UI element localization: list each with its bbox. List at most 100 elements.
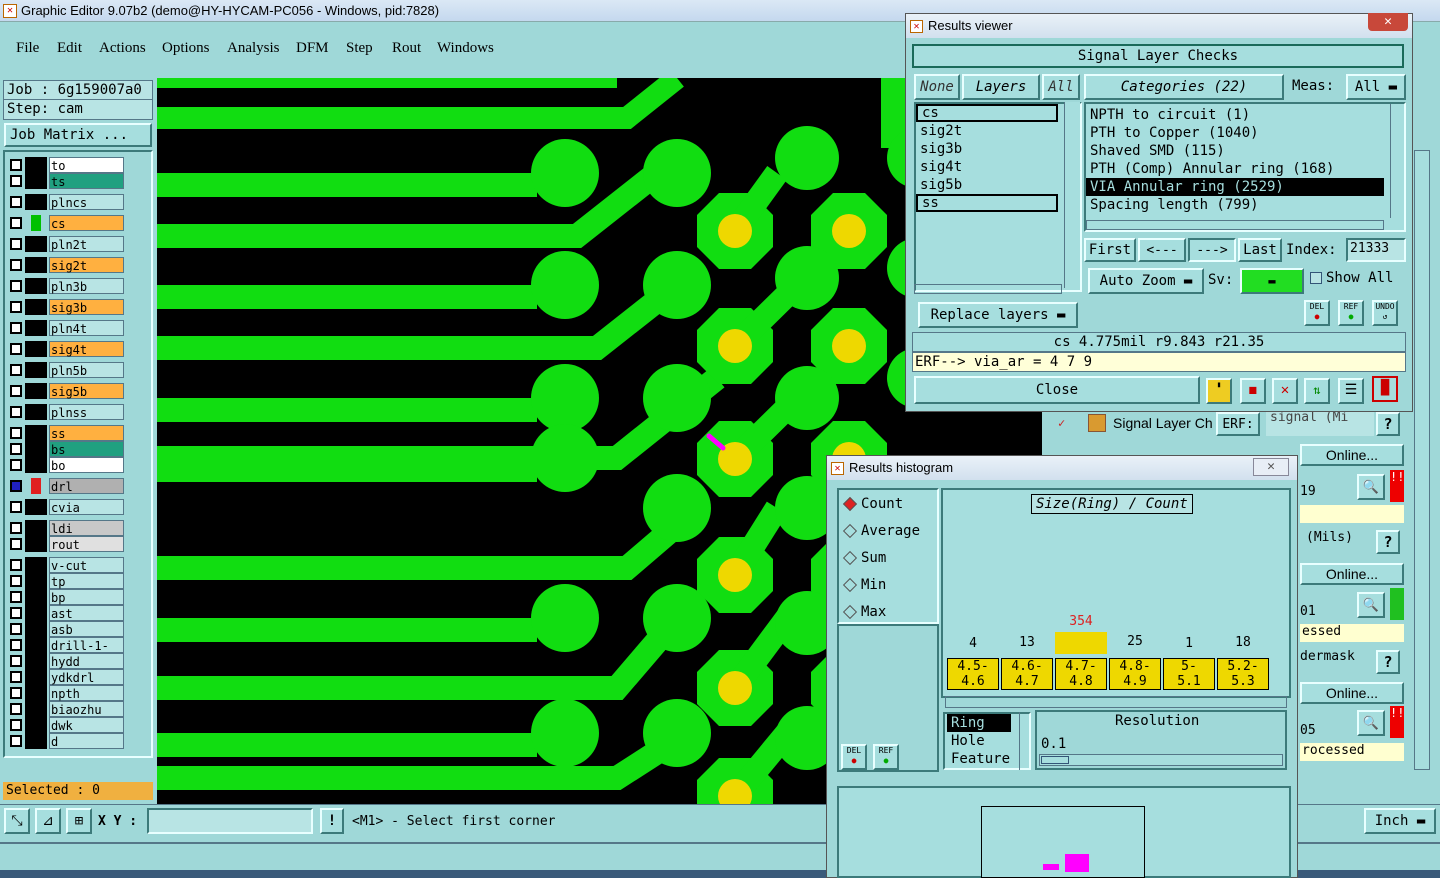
menu-rout[interactable]: Rout xyxy=(392,40,421,57)
layer-checkbox[interactable] xyxy=(10,501,22,513)
menu-step[interactable]: Step xyxy=(346,40,373,57)
layer-color-swatch[interactable] xyxy=(25,605,47,621)
category-item[interactable]: Spacing length (799) xyxy=(1086,196,1384,214)
menu-options[interactable]: Options xyxy=(162,40,210,57)
layer-color-swatch[interactable] xyxy=(25,499,47,515)
layer-color-swatch[interactable] xyxy=(25,278,47,294)
layer-color-swatch[interactable] xyxy=(25,362,47,378)
mode-radio-min[interactable]: Min xyxy=(845,577,886,593)
resolution-slider[interactable] xyxy=(1039,754,1283,766)
mode-radio-count[interactable]: Count xyxy=(845,496,903,512)
layer-checkbox[interactable] xyxy=(10,385,22,397)
layer-color-swatch[interactable] xyxy=(25,299,47,315)
network-icon[interactable]: ✕ xyxy=(1272,378,1298,404)
help-button-1[interactable]: ? xyxy=(1376,412,1400,436)
layer-color-swatch[interactable] xyxy=(25,637,47,653)
report-icon[interactable]: ▮ xyxy=(1206,378,1232,404)
erf-button[interactable]: ERF: xyxy=(1216,412,1260,436)
layer-checkbox[interactable] xyxy=(10,427,22,439)
layer-color-swatch[interactable] xyxy=(25,669,47,685)
categories-hscroll[interactable] xyxy=(1086,220,1384,230)
layer-row-biaozhu[interactable]: biaozhu xyxy=(8,701,124,717)
layer-checkbox[interactable] xyxy=(10,703,22,715)
layer-checkbox[interactable] xyxy=(10,280,22,292)
prev-button[interactable]: <--- xyxy=(1138,238,1186,262)
layer-row-sig3b[interactable]: sig3b xyxy=(8,299,124,315)
first-button[interactable]: First xyxy=(1084,238,1136,262)
layer-color-swatch[interactable] xyxy=(25,441,47,457)
layer-checkbox[interactable] xyxy=(10,322,22,334)
result-layer-item[interactable]: sig5b xyxy=(916,176,1058,194)
hist-del-icon[interactable]: DEL ● xyxy=(841,744,867,770)
layer-row-drill-1-6.a[interactable]: drill-1-6.a xyxy=(8,637,124,669)
xy-input[interactable] xyxy=(147,808,313,834)
menu-edit[interactable]: Edit xyxy=(57,40,82,57)
auto-zoom-select[interactable]: Auto Zoom ▬ xyxy=(1088,268,1204,294)
categories-button[interactable]: Categories (22) xyxy=(1084,74,1284,100)
histogram-bar[interactable] xyxy=(1001,653,1053,654)
snap-icon[interactable]: ⊞ xyxy=(66,808,92,834)
layer-row-drl[interactable]: drl xyxy=(8,478,124,494)
show-all-checkbox[interactable] xyxy=(1310,272,1322,284)
replace-layers-select[interactable]: Replace layers ▬ xyxy=(918,302,1078,328)
undo-icon[interactable]: UNDO ↺ xyxy=(1372,300,1398,326)
layer-row-plnss[interactable]: plnss xyxy=(8,404,124,420)
mode-radio-sum[interactable]: Sum xyxy=(845,550,886,566)
layer-color-swatch[interactable] xyxy=(25,589,47,605)
layer-row-pln2t[interactable]: pln2t xyxy=(8,236,124,252)
property-item[interactable]: Feature xyxy=(947,750,1011,768)
warning-icon[interactable]: ! xyxy=(320,808,344,834)
layer-list-hscroll[interactable] xyxy=(914,284,1062,294)
layer-color-swatch[interactable] xyxy=(25,320,47,336)
layer-checkbox[interactable] xyxy=(10,196,22,208)
layer-color-swatch[interactable] xyxy=(25,194,47,210)
layer-checkbox[interactable] xyxy=(10,687,22,699)
layer-row-ydkdrl[interactable]: ydkdrl xyxy=(8,669,124,685)
layer-color-swatch[interactable] xyxy=(25,536,47,552)
layer-row-asb[interactable]: asb xyxy=(8,621,124,637)
layer-row-sig5b[interactable]: sig5b xyxy=(8,383,124,399)
layer-checkbox[interactable] xyxy=(10,459,22,471)
layer-row-hydd[interactable]: hydd xyxy=(8,653,124,669)
layer-checkbox[interactable] xyxy=(10,575,22,587)
zoom-icon-2[interactable]: 🔍 xyxy=(1357,592,1385,618)
layer-row-pln4t[interactable]: pln4t xyxy=(8,320,124,336)
panel-scrollbar[interactable] xyxy=(1414,150,1430,770)
job-matrix-button[interactable]: Job Matrix ... xyxy=(4,123,152,147)
online-button-1[interactable]: Online... xyxy=(1300,444,1404,466)
measure-icon[interactable]: ⊿ xyxy=(35,808,61,834)
layer-row-sig2t[interactable]: sig2t xyxy=(8,257,124,273)
help-button-3[interactable]: ? xyxy=(1376,650,1400,674)
layer-color-swatch[interactable] xyxy=(25,701,47,717)
menu-windows[interactable]: Windows xyxy=(437,40,494,57)
layer-checkbox[interactable] xyxy=(10,522,22,534)
result-layer-item[interactable]: sig2t xyxy=(916,122,1058,140)
layer-checkbox[interactable] xyxy=(10,607,22,619)
layer-color-swatch[interactable] xyxy=(25,573,47,589)
category-item[interactable]: NPTH to circuit (1) xyxy=(1086,106,1384,124)
menu-dfm[interactable]: DFM xyxy=(296,40,329,57)
layer-color-swatch[interactable] xyxy=(25,173,47,189)
layer-list-scrollbar[interactable] xyxy=(1064,102,1080,288)
notes-icon[interactable]: ☰ xyxy=(1338,378,1364,404)
meas-select[interactable]: All ▬ xyxy=(1346,74,1406,100)
layer-row-to[interactable]: to xyxy=(8,157,124,173)
layer-row-ast[interactable]: ast xyxy=(8,605,124,621)
layer-checkbox[interactable] xyxy=(10,159,22,171)
menu-analysis[interactable]: Analysis xyxy=(227,40,280,57)
layer-row-pln5b[interactable]: pln5b xyxy=(8,362,124,378)
zoom-icon-3[interactable]: 🔍 xyxy=(1357,710,1385,736)
layer-checkbox[interactable] xyxy=(10,671,22,683)
close-icon[interactable]: ✕ xyxy=(1368,13,1408,31)
layer-row-cs[interactable]: cs xyxy=(8,215,124,231)
next-button[interactable]: ---> xyxy=(1188,238,1236,262)
result-layer-item[interactable]: sig3b xyxy=(916,140,1058,158)
layer-checkbox[interactable] xyxy=(10,719,22,731)
layer-checkbox[interactable] xyxy=(10,591,22,603)
layer-checkbox[interactable] xyxy=(10,443,22,455)
layer-row-bs[interactable]: bs xyxy=(8,441,124,457)
histogram-hscroll[interactable] xyxy=(945,696,1287,708)
all-button[interactable]: All xyxy=(1042,74,1080,100)
layer-checkbox[interactable] xyxy=(10,639,22,651)
property-scrollbar[interactable] xyxy=(1019,712,1031,770)
